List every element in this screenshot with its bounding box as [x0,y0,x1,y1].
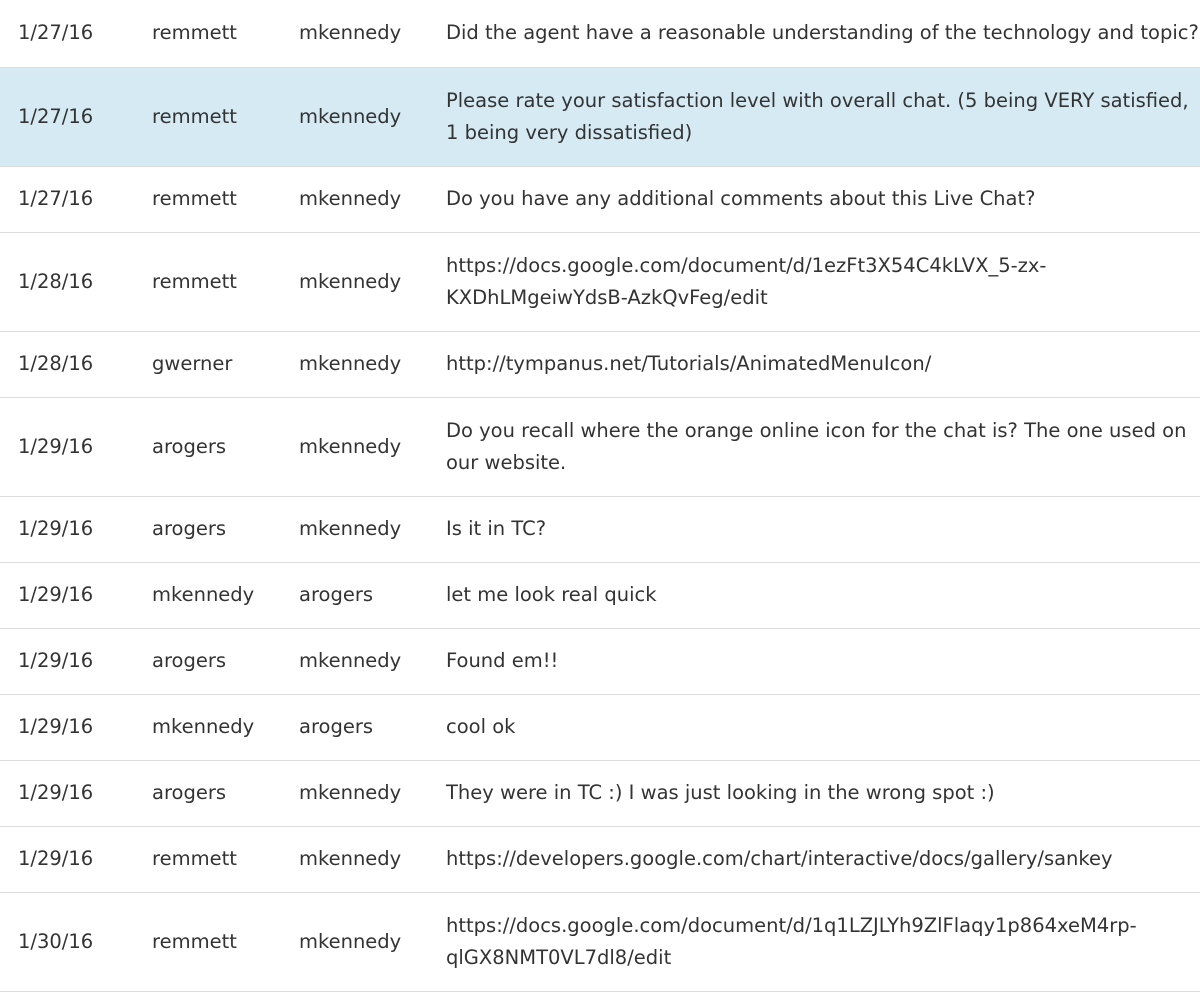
from-cell: remmett [152,826,299,893]
message-cell: Do you recall where the orange online ic… [446,397,1200,497]
date-cell: 1/28/16 [0,232,152,332]
table-row[interactable]: 1/29/16 arogers mkennedy They were in TC… [0,760,1200,827]
message-cell: Do you have any additional comments abou… [446,166,1200,233]
message-cell[interactable]: https://docs.google.com/document/d/1q1LZ… [446,892,1200,992]
to-cell: arogers [299,562,446,629]
table-row[interactable]: 1/28/16 remmett mkennedy https://docs.go… [0,232,1200,332]
table-row[interactable]: 1/29/16 mkennedy arogers cool ok [0,694,1200,761]
from-cell: arogers [152,760,299,827]
date-cell: 1/29/16 [0,628,152,695]
chat-log-body: 1/27/16 remmett mkennedy Did the agent h… [0,0,1200,992]
message-cell: let me look real quick [446,562,1200,629]
from-cell: remmett [152,892,299,992]
to-cell: mkennedy [299,496,446,563]
table-row[interactable]: 1/27/16 remmett mkennedy Do you have any… [0,166,1200,233]
from-cell: arogers [152,496,299,563]
table-row[interactable]: 1/29/16 arogers mkennedy Do you recall w… [0,397,1200,497]
to-cell: arogers [299,694,446,761]
date-cell: 1/29/16 [0,694,152,761]
message-cell: Found em!! [446,628,1200,695]
from-cell: remmett [152,66,299,167]
to-cell: mkennedy [299,0,446,68]
message-cell: Is it in TC? [446,496,1200,563]
message-cell: Did the agent have a reasonable understa… [446,0,1200,68]
date-cell: 1/28/16 [0,331,152,398]
date-cell: 1/29/16 [0,496,152,563]
date-cell: 1/29/16 [0,760,152,827]
to-cell: mkennedy [299,628,446,695]
message-cell: Please rate your satisfaction level with… [446,66,1200,167]
table-row[interactable]: 1/29/16 arogers mkennedy Is it in TC? [0,496,1200,563]
date-cell: 1/27/16 [0,166,152,233]
from-cell: arogers [152,628,299,695]
table-row-selected[interactable]: 1/27/16 remmett mkennedy Please rate you… [0,66,1200,167]
table-row[interactable]: 1/30/16 remmett mkennedy https://docs.go… [0,892,1200,992]
table-row[interactable]: 1/29/16 arogers mkennedy Found em!! [0,628,1200,695]
table-row[interactable]: 1/28/16 gwerner mkennedy http://tympanus… [0,331,1200,398]
table-row[interactable]: 1/29/16 remmett mkennedy https://develop… [0,826,1200,893]
to-cell: mkennedy [299,892,446,992]
to-cell: mkennedy [299,826,446,893]
from-cell: arogers [152,397,299,497]
message-cell[interactable]: https://developers.google.com/chart/inte… [446,826,1200,893]
message-cell[interactable]: http://tympanus.net/Tutorials/AnimatedMe… [446,331,1200,398]
from-cell: gwerner [152,331,299,398]
message-cell: They were in TC :) I was just looking in… [446,760,1200,827]
date-cell: 1/29/16 [0,397,152,497]
from-cell: remmett [152,0,299,68]
to-cell: mkennedy [299,331,446,398]
to-cell: mkennedy [299,232,446,332]
to-cell: mkennedy [299,166,446,233]
date-cell: 1/29/16 [0,562,152,629]
date-cell: 1/27/16 [0,66,152,167]
message-cell[interactable]: https://docs.google.com/document/d/1ezFt… [446,232,1200,332]
to-cell: mkennedy [299,397,446,497]
to-cell: mkennedy [299,66,446,167]
from-cell: mkennedy [152,562,299,629]
from-cell: mkennedy [152,694,299,761]
message-cell: cool ok [446,694,1200,761]
date-cell: 1/29/16 [0,826,152,893]
from-cell: remmett [152,232,299,332]
from-cell: remmett [152,166,299,233]
table-row[interactable]: 1/29/16 mkennedy arogers let me look rea… [0,562,1200,629]
chat-log-table: 1/27/16 remmett mkennedy Did the agent h… [0,0,1200,992]
to-cell: mkennedy [299,760,446,827]
table-row[interactable]: 1/27/16 remmett mkennedy Did the agent h… [0,0,1200,68]
date-cell: 1/30/16 [0,892,152,992]
date-cell: 1/27/16 [0,0,152,68]
